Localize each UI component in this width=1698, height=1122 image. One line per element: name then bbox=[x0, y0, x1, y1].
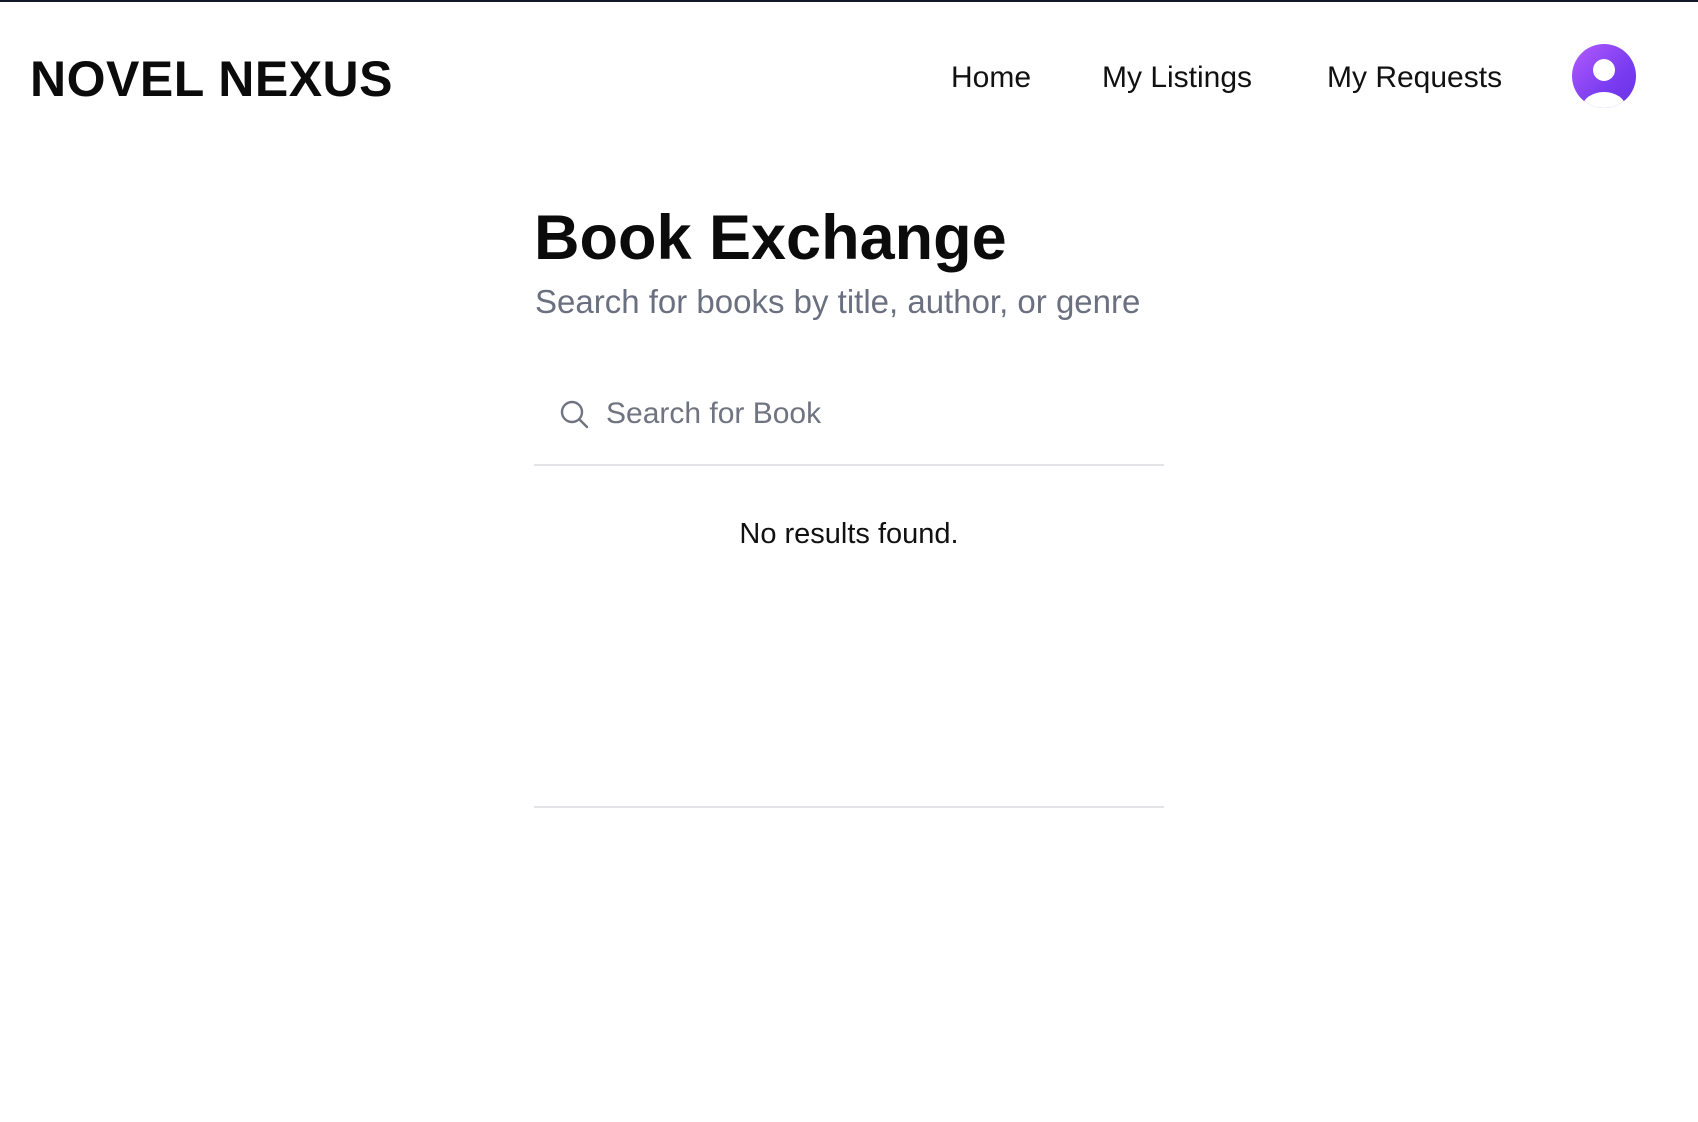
page-subtitle: Search for books by title, author, or ge… bbox=[535, 283, 1141, 320]
no-results-message: No results found. bbox=[739, 518, 959, 550]
search-icon bbox=[560, 400, 589, 429]
search-input[interactable] bbox=[606, 392, 1146, 436]
search-bar bbox=[534, 368, 1164, 466]
page-title: Book Exchange bbox=[534, 203, 1007, 273]
brand-logo[interactable]: NOVEL NEXUS bbox=[30, 50, 393, 108]
nav-link-home[interactable]: Home bbox=[951, 60, 1031, 96]
search-results: No results found. bbox=[534, 466, 1164, 808]
navbar: NOVEL NEXUS Home My Listings My Requests bbox=[0, 2, 1698, 152]
nav-link-my-requests[interactable]: My Requests bbox=[1327, 60, 1502, 96]
user-avatar-button[interactable] bbox=[1572, 44, 1636, 108]
nav-link-my-listings[interactable]: My Listings bbox=[1102, 60, 1252, 96]
user-avatar-icon bbox=[1582, 59, 1626, 108]
